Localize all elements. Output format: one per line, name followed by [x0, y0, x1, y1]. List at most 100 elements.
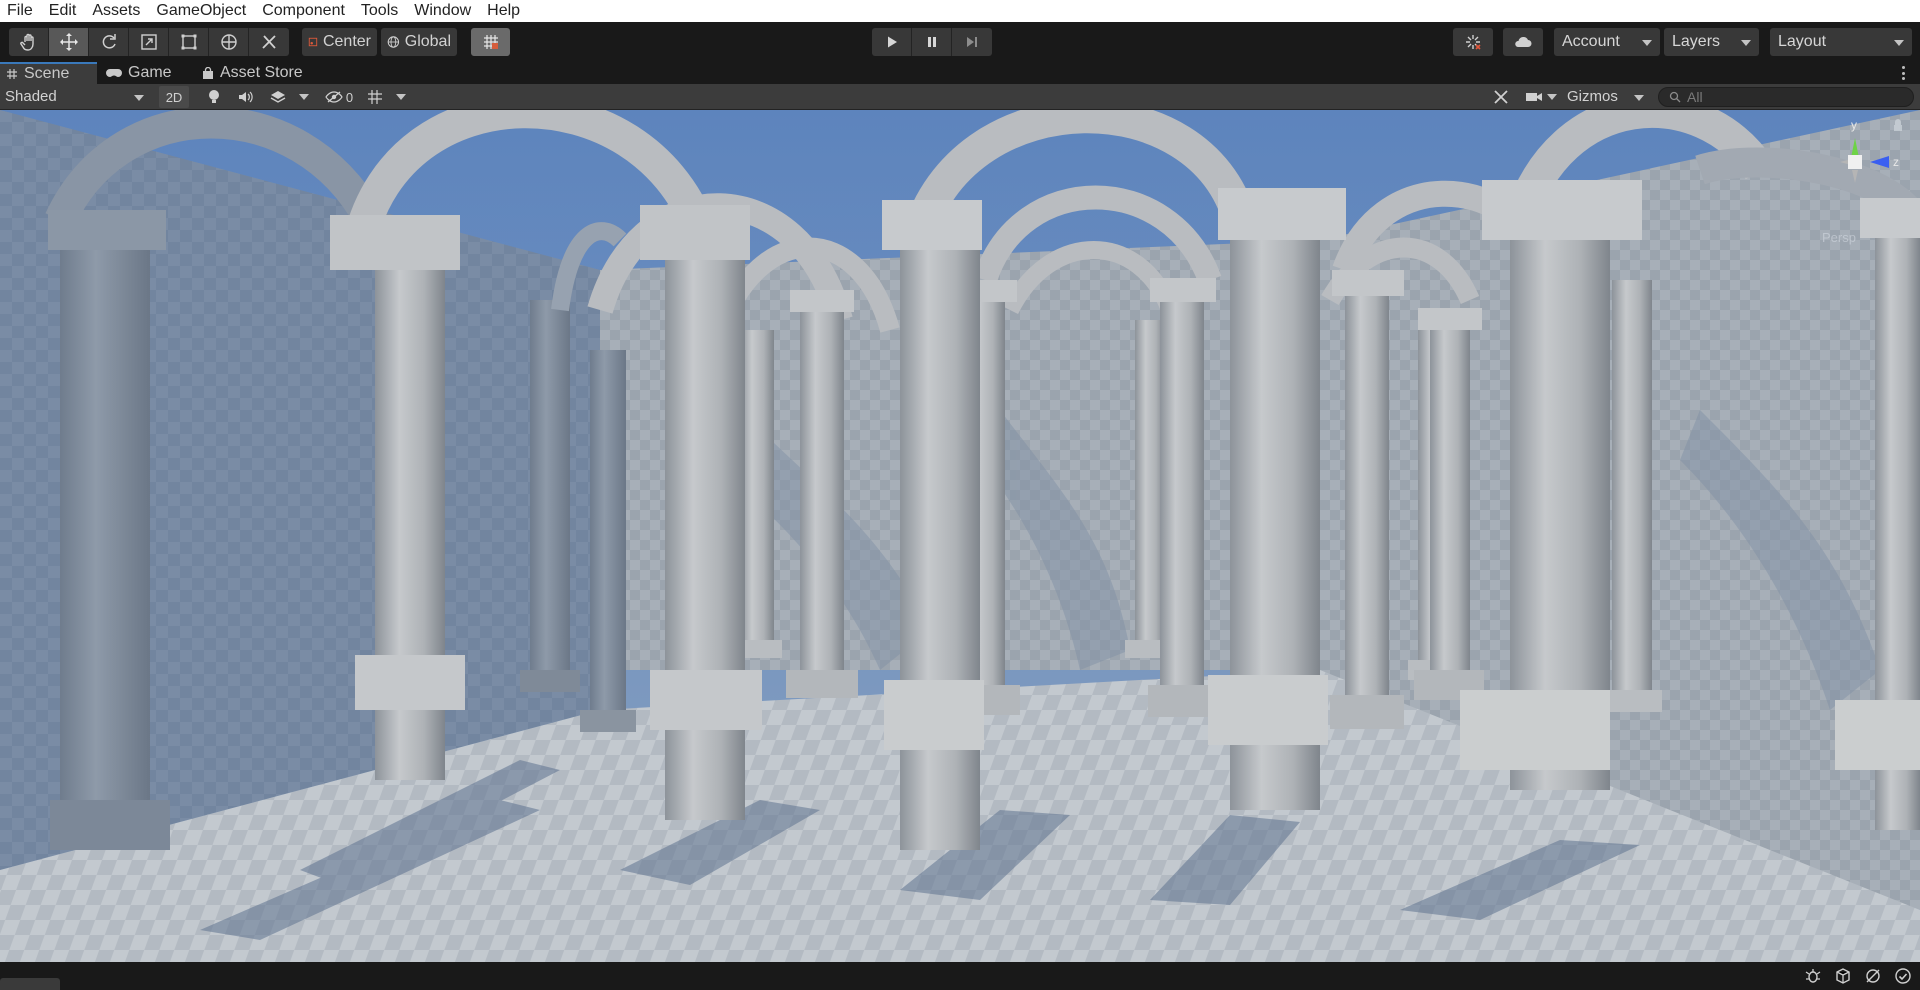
draw-mode-dropdown[interactable]: Shaded — [0, 86, 150, 108]
tab-scene-label: Scene — [24, 65, 70, 82]
orientation-gizmo[interactable]: y z — [1815, 118, 1915, 228]
gizmo-y-label: y — [1851, 118, 1857, 132]
tab-game-label: Game — [128, 64, 172, 81]
menu-file[interactable]: File — [0, 0, 42, 22]
check-circle-icon[interactable] — [1894, 967, 1912, 985]
gizmo-z-label: z — [1893, 155, 1899, 169]
lighting-toggle[interactable] — [201, 86, 227, 108]
move-arrows-icon — [59, 33, 78, 51]
play-button[interactable] — [872, 28, 912, 56]
lightbulb-icon — [209, 90, 219, 103]
chevron-down-icon — [134, 95, 144, 101]
scene-toolbar: Shaded 2D 0 Gizmos All — [0, 84, 1920, 110]
scene-search-input[interactable]: All — [1658, 87, 1914, 107]
chevron-down-icon — [1634, 95, 1644, 101]
gamepad-icon — [106, 69, 122, 77]
cloud-button[interactable] — [1503, 28, 1543, 56]
effects-dropdown[interactable] — [295, 86, 313, 108]
eye-hidden-icon — [325, 91, 343, 103]
pause-button[interactable] — [912, 28, 952, 56]
camera-settings-dropdown[interactable] — [1522, 86, 1560, 108]
2d-mode-toggle[interactable]: 2D — [159, 86, 189, 108]
rect-transform-icon — [181, 34, 196, 50]
search-placeholder: All — [1687, 89, 1703, 105]
bottom-panel-tab[interactable] — [0, 978, 60, 990]
playmode-controls — [872, 28, 992, 56]
package-manager-icon[interactable] — [1834, 967, 1852, 985]
move-tool-button[interactable] — [49, 28, 89, 56]
scene-viewport[interactable]: y z Persp — [0, 110, 1920, 962]
scale-icon — [140, 34, 157, 50]
chevron-down-icon — [299, 94, 309, 100]
projection-label[interactable]: Persp — [1822, 230, 1856, 245]
pivot-label: Center — [322, 33, 371, 50]
scene-grid-icon — [7, 69, 17, 79]
collab-button[interactable] — [1453, 28, 1493, 56]
menu-window[interactable]: Window — [407, 0, 480, 22]
custom-tool-button[interactable] — [249, 28, 289, 56]
step-button[interactable] — [952, 28, 992, 56]
cloud-icon — [1515, 36, 1532, 47]
chevron-down-icon — [1642, 40, 1652, 46]
speaker-icon — [239, 91, 253, 103]
chevron-down-icon — [1894, 40, 1904, 46]
rotate-icon — [102, 34, 116, 49]
grid-icon — [368, 90, 382, 104]
rect-tool-button[interactable] — [169, 28, 209, 56]
tab-game[interactable]: Game — [100, 62, 180, 84]
menu-edit[interactable]: Edit — [42, 0, 86, 22]
camera-icon — [1526, 93, 1542, 101]
step-icon — [967, 37, 977, 47]
menu-gameobject[interactable]: GameObject — [149, 0, 255, 22]
pivot-rotation-toggle[interactable]: Global — [381, 28, 457, 56]
pivot-icon — [308, 37, 318, 47]
tab-asset-store[interactable]: Asset Store — [196, 62, 311, 84]
grid-dropdown[interactable] — [392, 86, 410, 108]
layout-dropdown[interactable]: Layout — [1770, 28, 1912, 56]
hand-icon — [19, 33, 34, 51]
transform-tool-button[interactable] — [209, 28, 249, 56]
menu-assets[interactable]: Assets — [85, 0, 149, 22]
scale-tool-button[interactable] — [129, 28, 169, 56]
status-icons — [1804, 967, 1912, 985]
window-tab-bar: Scene Game Asset Store — [0, 62, 1920, 84]
shopping-bag-icon — [203, 66, 213, 79]
gizmos-dropdown[interactable]: Gizmos — [1562, 86, 1650, 108]
gizmos-label: Gizmos — [1567, 88, 1618, 105]
wrench-cross-icon — [1494, 90, 1508, 104]
menu-bar: File Edit Assets GameObject Component To… — [0, 0, 1920, 22]
draw-mode-label: Shaded — [5, 88, 57, 105]
scene-render — [0, 110, 1920, 962]
grid-toggle[interactable] — [362, 86, 388, 108]
layers-dropdown[interactable]: Layers — [1664, 28, 1759, 56]
menu-tools[interactable]: Tools — [354, 0, 407, 22]
tab-scene[interactable]: Scene — [0, 62, 97, 84]
transform-icon — [220, 34, 237, 50]
hand-tool-button[interactable] — [9, 28, 49, 56]
status-bar — [0, 962, 1920, 990]
search-icon — [1669, 91, 1681, 103]
account-label: Account — [1562, 33, 1620, 50]
play-icon — [887, 36, 897, 48]
rotate-tool-button[interactable] — [89, 28, 129, 56]
tab-more-menu[interactable] — [1902, 66, 1906, 80]
hidden-objects-toggle[interactable]: 0 — [320, 86, 358, 108]
audio-toggle[interactable] — [233, 86, 259, 108]
debug-icon[interactable] — [1804, 967, 1822, 985]
axis-gizmo-icon — [1840, 119, 1902, 183]
pause-icon — [927, 37, 936, 47]
scene-tools-button[interactable] — [1488, 86, 1514, 108]
grid-snap-toggle[interactable] — [471, 28, 510, 56]
auto-generate-lighting-icon[interactable] — [1864, 967, 1882, 985]
pivot-center-toggle[interactable]: Center — [302, 28, 377, 56]
account-dropdown[interactable]: Account — [1554, 28, 1660, 56]
menu-component[interactable]: Component — [255, 0, 354, 22]
2d-mode-label: 2D — [165, 89, 183, 105]
chevron-down-icon — [396, 94, 406, 100]
effects-toggle[interactable] — [265, 86, 291, 108]
layout-label: Layout — [1778, 33, 1827, 50]
layers-effects-icon — [270, 91, 286, 103]
hidden-count: 0 — [345, 89, 354, 105]
menu-help[interactable]: Help — [480, 0, 529, 22]
tools-icon — [262, 35, 276, 49]
